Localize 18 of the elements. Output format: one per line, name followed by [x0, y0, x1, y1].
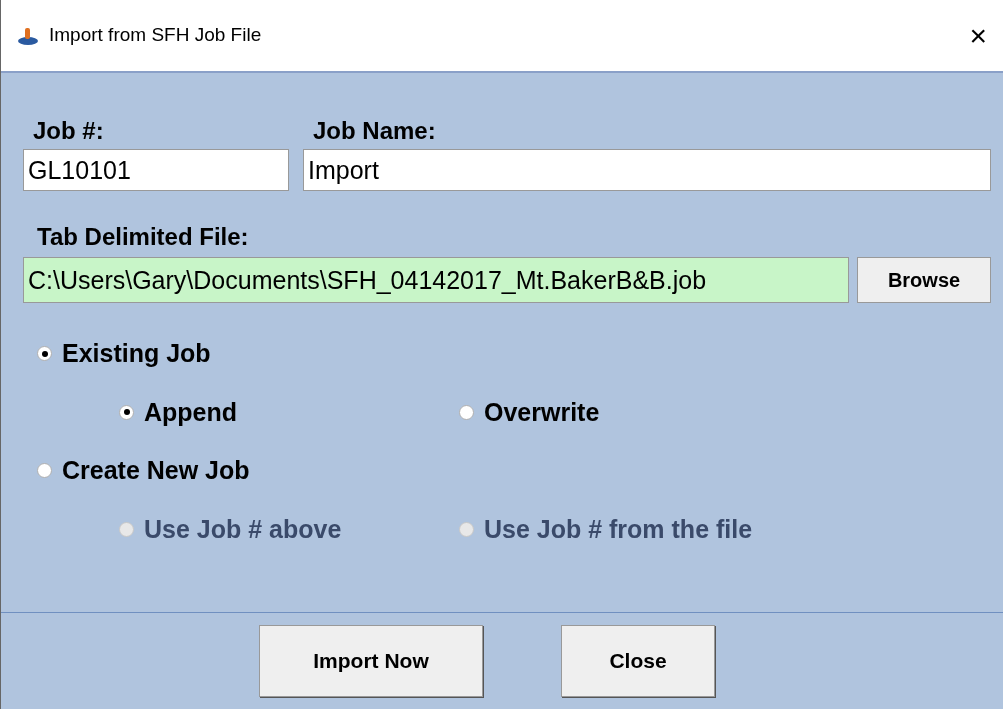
radio-option[interactable]: Existing Job	[37, 335, 991, 373]
radio-button[interactable]	[37, 463, 52, 479]
radio-button[interactable]	[37, 346, 52, 362]
file-path-field[interactable]: C:\Users\Gary\Documents\SFH_04142017_Mt.BakerB&B.job	[23, 257, 849, 303]
job-name-field[interactable]: Import	[303, 149, 991, 191]
browse-button[interactable]: Browse	[857, 257, 991, 303]
field-label: Job #:	[32, 116, 105, 146]
job-number-field[interactable]: GL10101	[23, 149, 289, 191]
close-button[interactable]: Close	[561, 625, 715, 697]
radio-option[interactable]: Overwrite	[459, 393, 799, 431]
import-button[interactable]: Import Now	[259, 625, 483, 697]
field-label: Job Name:	[312, 116, 437, 146]
radio-button[interactable]	[119, 404, 134, 420]
radio-button[interactable]	[459, 404, 474, 420]
radio-option[interactable]: Create New Job	[37, 452, 991, 490]
field-label: Tab Delimited File:	[36, 222, 250, 252]
radio-option[interactable]: Append	[119, 393, 459, 431]
window-title: Import from SFH Job File	[49, 23, 263, 48]
